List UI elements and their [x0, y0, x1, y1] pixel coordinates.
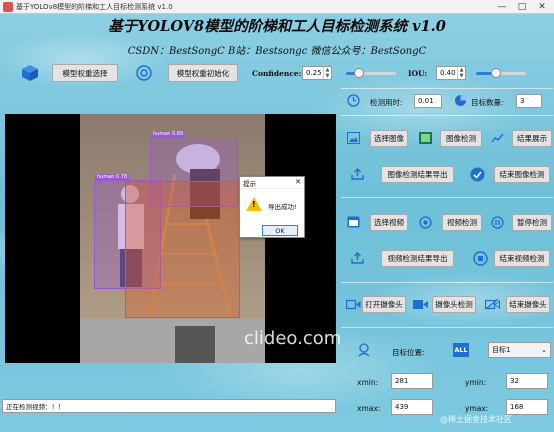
video-frame: human 0.78 human 0.89 — [80, 114, 265, 363]
xmax-field: 439 — [391, 399, 433, 415]
xmax-label: xmax: — [357, 404, 381, 413]
video-watermark: clideo.com — [244, 328, 342, 349]
stop-circle-icon — [472, 250, 488, 266]
spin-arrows-icon[interactable]: ▲ ▼ — [323, 67, 331, 79]
time-label: 检测用时: — [370, 98, 403, 107]
model-init-button[interactable]: 模型权重初始化 — [168, 64, 238, 82]
iou-slider[interactable] — [476, 66, 526, 80]
video-display: human 0.78 human 0.89 clideo.com — [5, 114, 341, 363]
divider — [341, 88, 553, 89]
confidence-value: 0.25 — [306, 69, 322, 77]
show-result-button[interactable]: 结果展示 — [512, 130, 552, 147]
dialog-message: 导出成功! — [268, 203, 297, 211]
time-field: 0.01 — [414, 94, 442, 108]
chevron-down-icon: ⌄ — [541, 346, 547, 354]
model-select-button[interactable]: 模型权重选择 — [52, 64, 118, 82]
target-position-label: 目标位置: — [392, 348, 425, 357]
pie-chart-icon — [453, 93, 467, 107]
message-dialog: 提示 ✕ ! 导出成功! OK — [239, 176, 305, 238]
ymax-field: 168 — [506, 399, 548, 415]
xmin-label: xmin: — [357, 378, 379, 387]
dialog-ok-button[interactable]: OK — [262, 225, 298, 236]
camera-detect-icon — [412, 297, 428, 311]
status-bar: 正在检测视频：！！ — [2, 399, 336, 413]
detection-box — [125, 181, 240, 318]
pause-icon — [490, 215, 504, 229]
end-camera-button[interactable]: 结束摄像头 — [506, 296, 550, 313]
dialog-title: 提示 — [243, 179, 256, 188]
maximize-button[interactable]: □ — [512, 0, 532, 14]
spin-arrows-icon[interactable]: ▲ ▼ — [457, 67, 465, 79]
export-video-result-button[interactable]: 视频检测结果导出 — [381, 250, 454, 267]
target-select[interactable]: 目标1 ⌄ — [488, 342, 551, 358]
count-label: 目标数量: — [471, 98, 504, 107]
select-video-button[interactable]: 选择视频 — [370, 214, 408, 231]
confidence-spinbox[interactable]: 0.25 ▲ ▼ — [302, 66, 332, 80]
clock-icon — [346, 93, 360, 107]
image-detect-button[interactable]: 图像检测 — [440, 130, 482, 147]
dialog-body: ! 导出成功! — [240, 189, 304, 223]
cube-icon — [20, 63, 40, 83]
window-title: 基于YOLOv8模型的阶梯和工人目标检测系统 v1.0 — [16, 2, 173, 11]
close-button[interactable]: ✕ — [532, 0, 552, 14]
check-circle-icon — [469, 166, 485, 182]
camera-off-icon — [484, 297, 500, 311]
video-file-icon — [346, 215, 360, 229]
select-image-button[interactable]: 选择图像 — [370, 130, 408, 147]
end-video-detect-button[interactable]: 结束视频检测 — [494, 250, 550, 267]
target-select-value: 目标1 — [492, 346, 511, 354]
export-image-result-button[interactable]: 图像检测结果导出 — [381, 166, 454, 183]
brand-watermark: @稀土掘金技术社区 — [440, 415, 512, 424]
page-title: 基于YOLOV8模型的阶梯和工人目标检测系统 v1.0 — [108, 18, 446, 35]
ymin-field: 32 — [506, 373, 548, 389]
window-titlebar: 基于YOLOv8模型的阶梯和工人目标检测系统 v1.0 — □ ✕ — [0, 0, 554, 14]
xmin-field: 281 — [391, 373, 433, 389]
all-targets-badge: ALL — [453, 343, 469, 357]
count-field: 3 — [516, 94, 542, 108]
confidence-slider[interactable] — [346, 66, 396, 80]
ymin-label: ymin: — [465, 378, 487, 387]
divider — [341, 197, 553, 198]
video-detect-button[interactable]: 视频检测 — [442, 214, 482, 231]
detection-label: human 0.78 — [95, 174, 130, 180]
ymax-label: ymax: — [465, 404, 489, 413]
page-subtitle: CSDN：BestSongC B站：Bestsongc 微信公众号：BestSo… — [127, 46, 427, 57]
window-controls: — □ ✕ — [492, 0, 552, 14]
iou-value: 0.40 — [440, 69, 456, 77]
image-detect-icon — [418, 131, 432, 145]
video-detect-icon — [418, 215, 432, 229]
slider-handle[interactable] — [353, 68, 364, 78]
confidence-label: Confidence: — [252, 69, 302, 78]
target-icon — [134, 63, 154, 83]
camera-icon — [345, 297, 361, 311]
divider — [341, 115, 553, 116]
line-chart-icon — [490, 131, 504, 145]
open-camera-button[interactable]: 打开摄像头 — [362, 296, 406, 313]
dialog-close-button[interactable]: ✕ — [295, 178, 301, 186]
warning-icon: ! — [246, 197, 262, 211]
iou-spinbox[interactable]: 0.40 ▲ ▼ — [436, 66, 466, 80]
iou-label: IOU: — [408, 69, 428, 78]
upload-icon — [350, 167, 364, 181]
end-image-detect-button[interactable]: 结束图像检测 — [494, 166, 550, 183]
location-icon — [357, 343, 371, 357]
image-icon — [346, 131, 360, 145]
upload-icon — [350, 251, 364, 265]
pause-detect-button[interactable]: 暂停检测 — [512, 214, 552, 231]
camera-detect-button[interactable]: 摄像头检测 — [432, 296, 476, 313]
app-icon — [3, 1, 13, 12]
detection-label: human 0.89 — [151, 131, 186, 137]
minimize-button[interactable]: — — [492, 0, 512, 14]
divider — [341, 282, 553, 283]
divider — [341, 327, 553, 328]
dialog-titlebar: 提示 ✕ — [240, 177, 304, 189]
slider-handle[interactable] — [491, 68, 501, 78]
